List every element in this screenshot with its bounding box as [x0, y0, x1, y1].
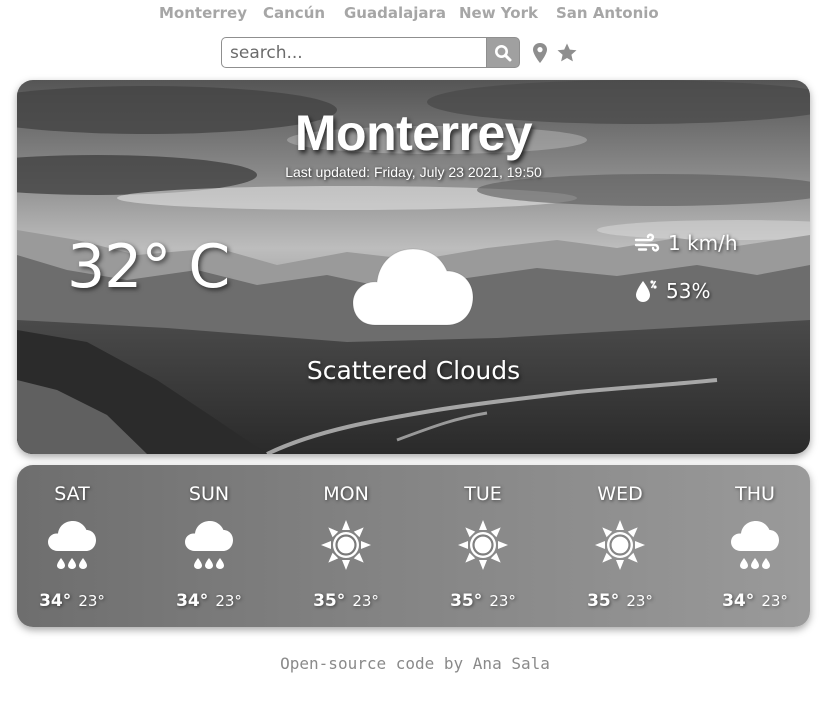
humidity-value: 53%: [666, 279, 711, 303]
humidity-stat: 53%: [634, 278, 710, 304]
sun-icon: [321, 520, 371, 570]
last-updated-text: Last updated: Friday, July 23 2021, 19:5…: [285, 164, 542, 180]
forecast-high: 34°: [722, 591, 755, 611]
forecast-high: 35°: [587, 591, 620, 611]
wind-icon: [634, 233, 660, 252]
forecast-card: SAT 34° 23° SUN 34° 23° MON 35° 23° TUE …: [17, 465, 810, 627]
city-link-guadalajara[interactable]: Guadalajara: [344, 4, 446, 22]
city-link-new-york[interactable]: New York: [459, 4, 538, 22]
forecast-day: WED 35° 23°: [565, 465, 675, 627]
forecast-low: 23°: [761, 592, 788, 610]
city-link-cancun[interactable]: Cancún: [263, 4, 325, 22]
current-temperature: 32° C: [67, 232, 230, 302]
footer-credit: Open-source code by Ana Sala: [280, 654, 550, 673]
cloud-icon: [352, 248, 474, 326]
rain-cloud-icon: [185, 521, 233, 569]
humidity-drop-icon: [636, 280, 657, 302]
forecast-low: 23°: [352, 592, 379, 610]
star-icon: [557, 43, 577, 62]
forecast-temps: 35° 23°: [291, 591, 401, 611]
location-button[interactable]: [528, 40, 552, 66]
city-link-san-antonio[interactable]: San Antonio: [556, 4, 659, 22]
wind-stat: 1 km/h: [634, 231, 738, 255]
forecast-day: SAT 34° 23°: [17, 465, 127, 627]
forecast-day: THU 34° 23°: [700, 465, 810, 627]
wind-speed-value: 1 km/h: [668, 231, 738, 255]
forecast-high: 34°: [39, 591, 72, 611]
map-pin-icon: [533, 43, 547, 63]
rain-cloud-icon: [48, 521, 96, 569]
forecast-high: 35°: [313, 591, 346, 611]
forecast-temps: 34° 23°: [700, 591, 810, 611]
sun-icon: [458, 520, 508, 570]
rain-cloud-icon: [731, 521, 779, 569]
search-input[interactable]: [221, 37, 487, 68]
weather-condition: Scattered Clouds: [306, 356, 521, 385]
search-form: [221, 37, 520, 68]
search-button[interactable]: [486, 37, 520, 68]
forecast-low: 23°: [626, 592, 653, 610]
city-link-monterrey[interactable]: Monterrey: [159, 4, 247, 22]
search-icon: [495, 44, 512, 61]
city-title: Monterrey: [294, 105, 533, 161]
forecast-temps: 34° 23°: [154, 591, 264, 611]
sun-icon: [595, 520, 645, 570]
forecast-day-name: MON: [323, 483, 369, 505]
forecast-high: 35°: [450, 591, 483, 611]
forecast-day-name: TUE: [464, 483, 502, 505]
forecast-temps: 34° 23°: [17, 591, 127, 611]
city-nav: Monterrey Cancún Guadalajara New York Sa…: [0, 4, 830, 24]
forecast-day-name: SAT: [54, 483, 90, 505]
current-weather-card: Monterrey Last updated: Friday, July 23 …: [17, 80, 810, 454]
forecast-day: SUN 34° 23°: [154, 465, 264, 627]
forecast-high: 34°: [176, 591, 209, 611]
favorite-button[interactable]: [555, 40, 579, 66]
forecast-day: TUE 35° 23°: [428, 465, 538, 627]
forecast-low: 23°: [489, 592, 516, 610]
forecast-day-name: SUN: [188, 483, 230, 505]
forecast-low: 23°: [78, 592, 105, 610]
forecast-temps: 35° 23°: [565, 591, 675, 611]
forecast-low: 23°: [215, 592, 242, 610]
forecast-temps: 35° 23°: [428, 591, 538, 611]
forecast-day: MON 35° 23°: [291, 465, 401, 627]
forecast-day-name: WED: [597, 483, 643, 505]
forecast-day-name: THU: [735, 483, 775, 505]
